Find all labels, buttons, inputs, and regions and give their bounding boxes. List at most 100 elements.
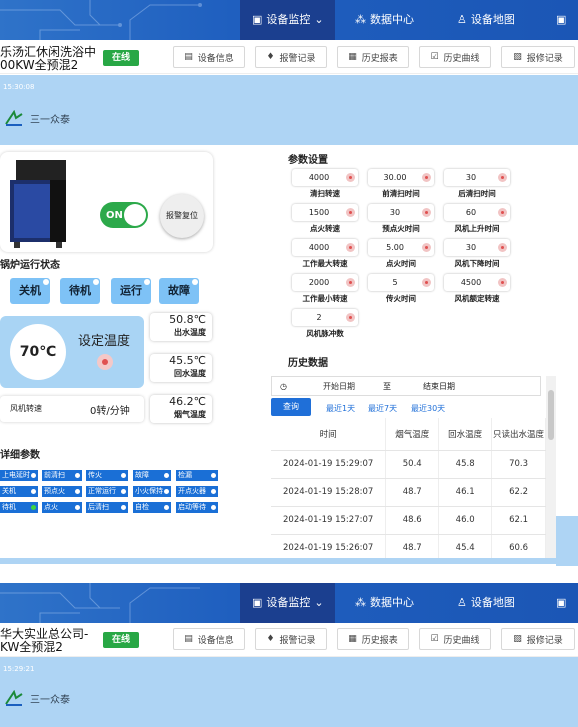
fan-label: 风机转速 xyxy=(10,404,42,413)
status-fault-button[interactable]: 故障 xyxy=(159,278,199,304)
start-date-input[interactable]: 开始日期 xyxy=(323,381,355,392)
table-header: 时间 烟气温度 回水温度 只读出水温度 xyxy=(271,418,546,451)
param-settings-title: 参数设置 xyxy=(288,155,328,166)
run-status-title: 锅炉运行状态 xyxy=(0,260,60,271)
param-adjust-icon xyxy=(346,173,355,182)
range-1-day[interactable]: 最近1天 xyxy=(326,403,355,414)
table-cell: 46.0 xyxy=(438,506,493,535)
table-scrollbar[interactable] xyxy=(546,376,556,558)
status-tag: 故障 xyxy=(133,470,171,481)
chevron-down-icon: ⌄ xyxy=(314,596,324,609)
boiler-image xyxy=(10,160,66,248)
tab-history-report[interactable]: ▦ 历史报表 xyxy=(337,628,409,650)
alarm-reset-button[interactable]: 报警复位 xyxy=(160,194,204,238)
boiler-card: ON 报警复位 xyxy=(0,152,213,252)
logo-icon xyxy=(5,690,23,706)
table-cell: 45.8 xyxy=(438,450,493,479)
top-navbar-2: ▣ 设备监控 ⌄ ⁂ 数据中心 ♙ 设备地图 ▣ xyxy=(0,583,578,623)
flue-temp-card: 46.2℃ 烟气温度 xyxy=(150,395,212,423)
nav-device-monitor[interactable]: ▣ 设备监控 ⌄ xyxy=(240,0,335,40)
map-icon: ♙ xyxy=(457,596,467,609)
tab-alarm-records[interactable]: ♦ 报警记录 xyxy=(255,628,327,650)
param-input[interactable]: 30 xyxy=(444,169,510,186)
map-icon: ♙ xyxy=(457,13,467,26)
table-row[interactable]: 2024-01-19 15:27:07 48.6 46.0 62.1 xyxy=(271,506,546,535)
param-label: 工作最小转速 xyxy=(302,294,348,303)
param-label: 点火转速 xyxy=(310,224,340,233)
param-label: 工作最大转速 xyxy=(302,259,348,268)
status-standby-button[interactable]: 待机 xyxy=(60,278,100,304)
param-label: 点火时间 xyxy=(386,259,416,268)
param-input[interactable]: 5 xyxy=(368,274,434,291)
status-tag: 小火保持 xyxy=(133,486,171,497)
range-30-days[interactable]: 最近30天 xyxy=(411,403,445,414)
tab-history-curve[interactable]: ☑ 历史曲线 xyxy=(419,46,491,68)
param-input[interactable]: 30 xyxy=(444,239,510,256)
param-input[interactable]: 60 xyxy=(444,204,510,221)
param-adjust-icon xyxy=(498,208,507,217)
tab-repair-records[interactable]: ▧ 报修记录 xyxy=(501,46,575,68)
nav-data-center[interactable]: ⁂ 数据中心 xyxy=(355,0,414,40)
nav-device-map[interactable]: ♙ 设备地图 xyxy=(457,0,515,40)
timestamp: 15:29:21 xyxy=(3,665,35,673)
detail-params-title: 详细参数 xyxy=(0,450,40,461)
param-input[interactable]: 1500 xyxy=(292,204,358,221)
nav-device-monitor[interactable]: ▣ 设备监控 ⌄ xyxy=(240,583,335,623)
status-tag: 预点火 xyxy=(42,486,82,497)
nav-device-map[interactable]: ♙ 设备地图 xyxy=(457,583,515,623)
status-off-button[interactable]: 关机 xyxy=(10,278,50,304)
monitor-icon: ▣ xyxy=(556,596,567,609)
nav-data-center[interactable]: ⁂ 数据中心 xyxy=(355,583,414,623)
status-tag: 前清扫 xyxy=(42,470,82,481)
nav-extra[interactable]: ▣ xyxy=(556,0,566,40)
col-outlet-temp: 只读出水温度 xyxy=(491,418,546,451)
monitor-icon: ▣ xyxy=(252,13,263,26)
header-band-2: 15:29:21 三一众泰 xyxy=(0,657,578,727)
tab-alarm-records[interactable]: ♦ 报警记录 xyxy=(255,46,327,68)
query-button[interactable]: 查询 xyxy=(271,398,311,416)
param-input[interactable]: 2 xyxy=(292,309,358,326)
status-running-button[interactable]: 运行 xyxy=(111,278,151,304)
tab-history-curve[interactable]: ☑ 历史曲线 xyxy=(419,628,491,650)
table-cell: 2024-01-19 15:28:07 xyxy=(271,478,387,507)
param-adjust-icon xyxy=(422,243,431,252)
table-row[interactable]: 2024-01-19 15:28:07 48.7 46.1 62.2 xyxy=(271,478,546,507)
device-name: 华大实业总公司- KW全预混2 xyxy=(0,627,89,654)
param-input[interactable]: 30 xyxy=(368,204,434,221)
power-toggle[interactable]: ON xyxy=(100,202,148,228)
table-cell: 62.1 xyxy=(491,506,546,535)
set-temp-adjust-button[interactable] xyxy=(97,354,113,370)
param-input[interactable]: 2000 xyxy=(292,274,358,291)
header-band: 15:30:08 三一众泰 xyxy=(0,75,578,145)
param-label: 预点火时间 xyxy=(382,224,420,233)
tab-history-report[interactable]: ▦ 历史报表 xyxy=(337,46,409,68)
tab-device-info[interactable]: ▤ 设备信息 xyxy=(173,628,245,650)
param-input[interactable]: 30.00 xyxy=(368,169,434,186)
status-tag: 检漏 xyxy=(176,470,218,481)
tab-repair-records[interactable]: ▧ 报修记录 xyxy=(501,628,575,650)
param-adjust-icon xyxy=(422,278,431,287)
end-date-input[interactable]: 结束日期 xyxy=(423,381,455,392)
table-cell: 70.3 xyxy=(491,450,546,479)
nav-extra[interactable]: ▣ xyxy=(556,583,566,623)
outlet-temp-card: 50.8℃ 出水温度 xyxy=(150,313,212,341)
param-input[interactable]: 4500 xyxy=(444,274,510,291)
param-adjust-icon xyxy=(498,243,507,252)
range-7-days[interactable]: 最近7天 xyxy=(368,403,397,414)
table-cell: 48.6 xyxy=(385,506,440,535)
bell-icon: ♦ xyxy=(266,634,275,644)
device-subbar-2: 华大实业总公司- KW全预混2 在线 ▤ 设备信息 ♦ 报警记录 ▦ 历史报表 ☑ 历史曲… xyxy=(0,623,578,657)
param-input[interactable]: 4000 xyxy=(292,169,358,186)
circuit-decoration xyxy=(0,0,202,40)
device-subbar: 乐汤汇休闲洗浴中 00KW全预混2 在线 ▤ 设备信息 ♦ 报警记录 ▦ 历史报表 ☑ 历… xyxy=(0,40,578,74)
to-label: 至 xyxy=(382,381,391,391)
set-temp-panel: 70℃ 设定温度 xyxy=(0,316,144,388)
param-label: 前清扫时间 xyxy=(382,189,420,198)
status-tag: 关机 xyxy=(0,486,38,497)
top-navbar: ▣ 设备监控 ⌄ ⁂ 数据中心 ♙ 设备地图 ▣ xyxy=(0,0,578,40)
tab-device-info[interactable]: ▤ 设备信息 xyxy=(173,46,245,68)
param-input[interactable]: 5.00 xyxy=(368,239,434,256)
table-row[interactable]: 2024-01-19 15:29:07 50.4 45.8 70.3 xyxy=(271,450,546,479)
date-range-picker[interactable]: ◷ 开始日期 至 结束日期 xyxy=(271,376,541,396)
param-input[interactable]: 4000 xyxy=(292,239,358,256)
